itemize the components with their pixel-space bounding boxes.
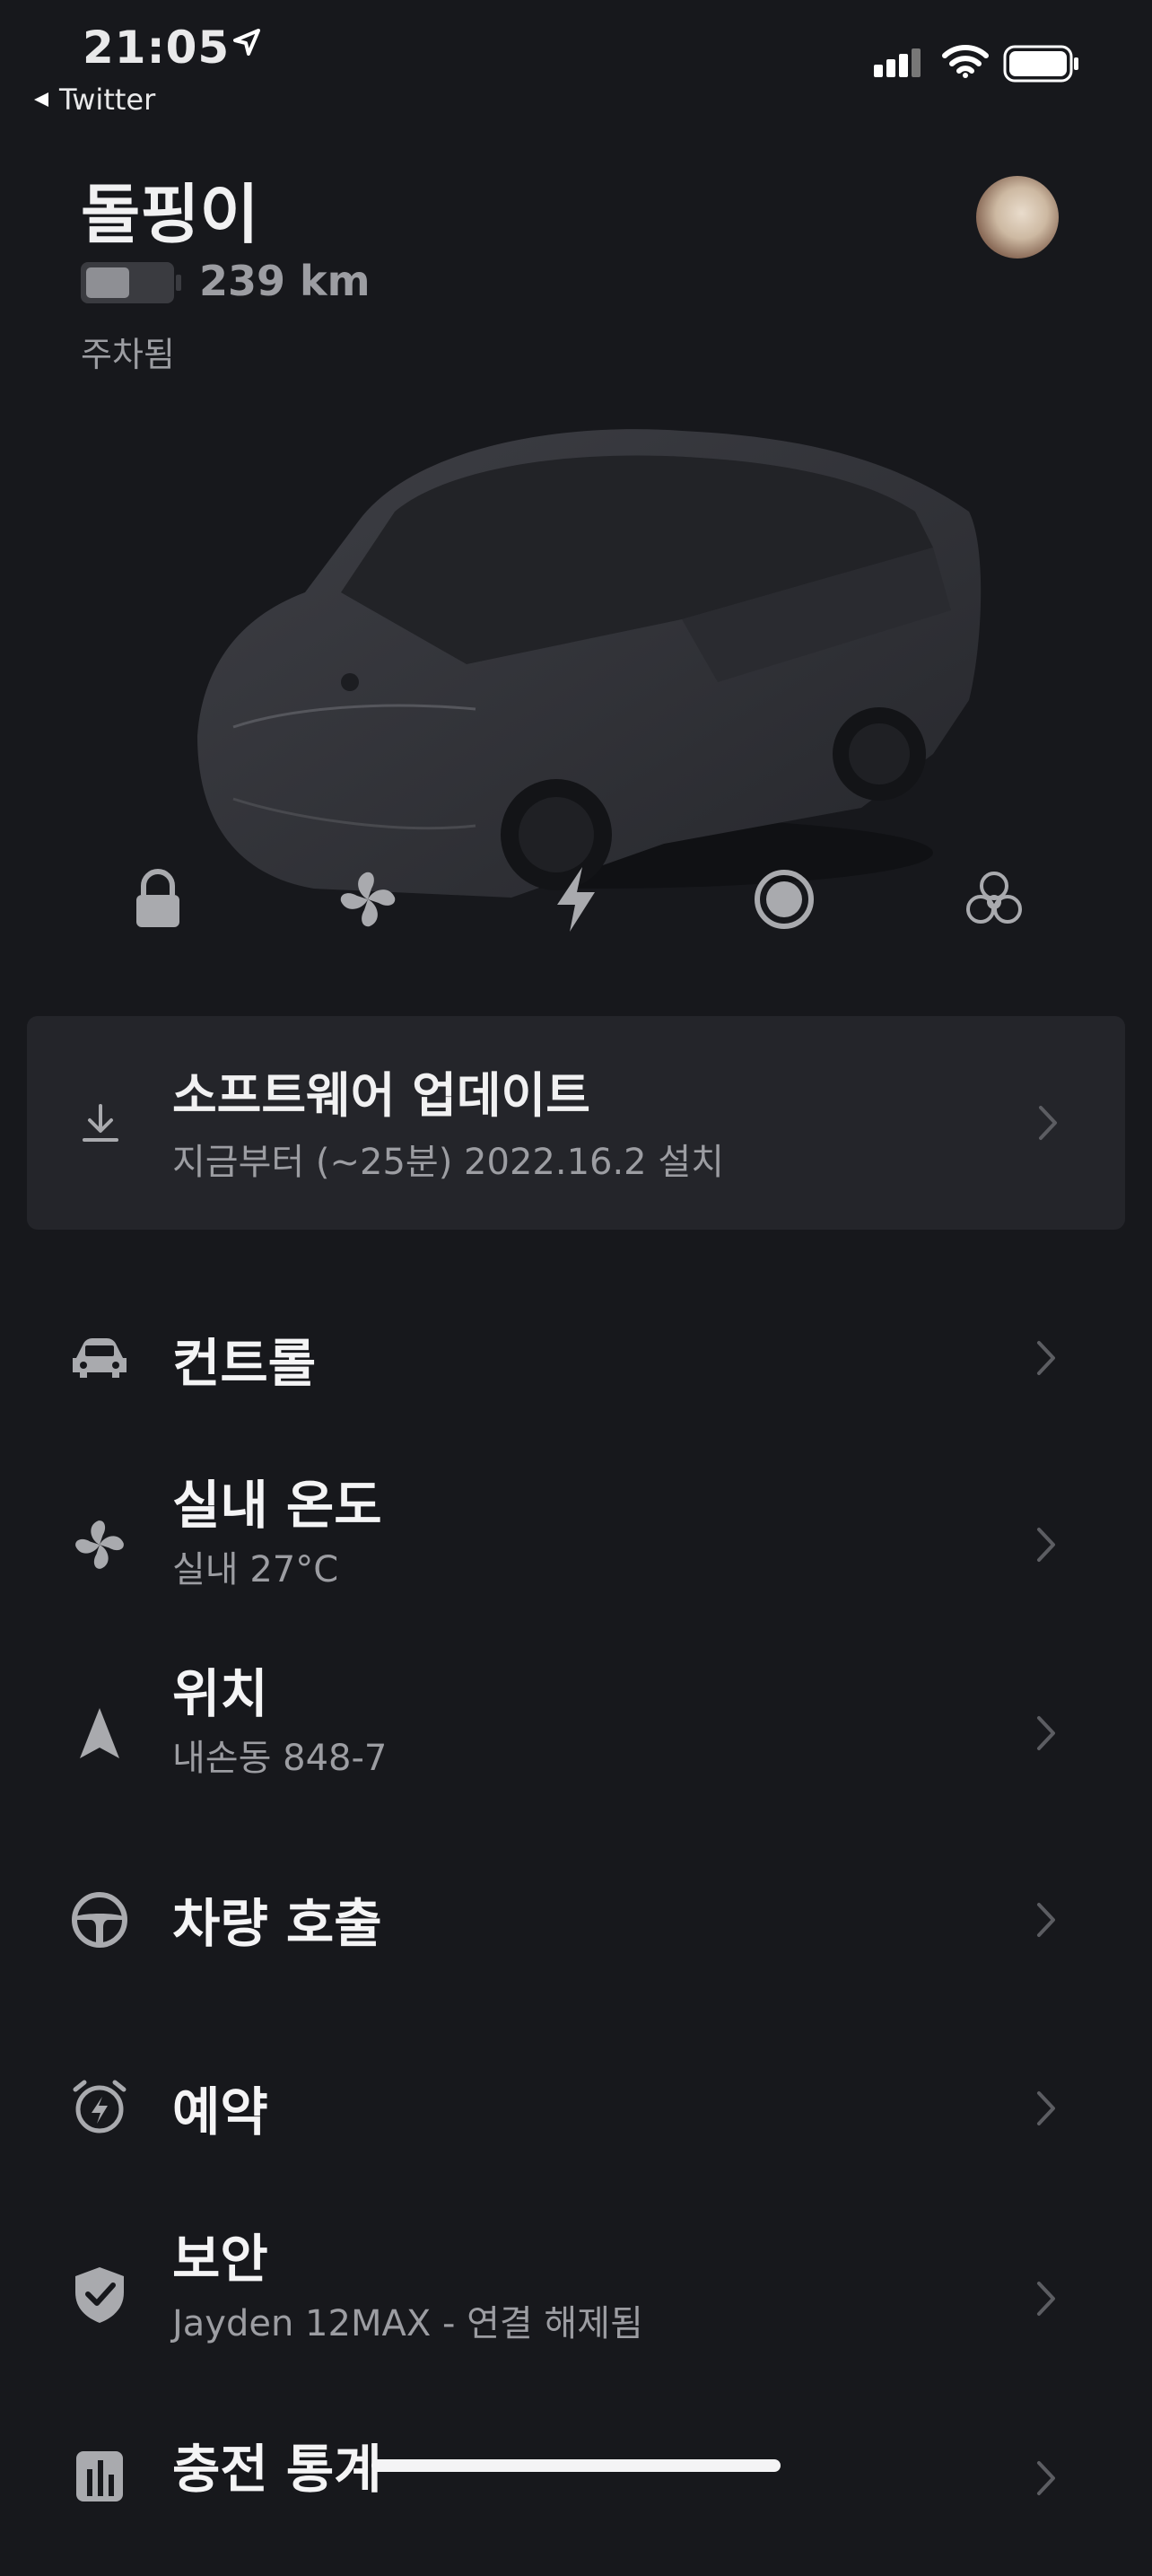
vehicle-image xyxy=(197,429,982,898)
back-triangle-icon xyxy=(34,92,48,107)
chevron-right-icon xyxy=(1037,1528,1055,1562)
chevron-right-icon xyxy=(1037,1341,1055,1375)
bioweapon-defense-icon[interactable] xyxy=(958,863,1030,935)
software-update-title: 소프트웨어 업데이트 xyxy=(172,1067,590,1124)
menu-item-location[interactable]: 위치 내손동 848-7 xyxy=(0,1643,1152,1822)
profile-avatar[interactable] xyxy=(976,176,1059,258)
location-services-icon xyxy=(233,29,260,56)
lock-icon[interactable] xyxy=(122,863,194,935)
menu-item-schedule[interactable]: 예약 xyxy=(0,2020,1152,2199)
menu-item-charging-stats[interactable]: 충전 통계 xyxy=(0,2396,1152,2576)
software-update-card[interactable]: 소프트웨어 업데이트 지금부터 (~25분) 2022.16.2 설치 xyxy=(27,1016,1125,1230)
car-icon xyxy=(70,1328,129,1388)
charge-bolt-icon[interactable] xyxy=(540,863,612,935)
vehicle-name: 돌핑이 xyxy=(81,177,259,252)
menu-item-summon[interactable]: 차량 호출 xyxy=(0,1831,1152,2011)
back-to-app-link[interactable]: Twitter xyxy=(32,83,155,117)
status-time: 21:05 xyxy=(83,22,231,74)
phone-battery-icon xyxy=(1003,45,1078,83)
menu-item-climate[interactable]: 실내 온도 실내 27°C xyxy=(0,1454,1152,1634)
location-arrow-icon xyxy=(70,1704,129,1763)
menu-sublabel: 내손동 848-7 xyxy=(172,1738,388,1779)
vehicle-battery-fill xyxy=(86,267,129,298)
menu-item-security[interactable]: 보안 Jayden 12MAX - 연결 해제됨 xyxy=(0,2208,1152,2388)
chevron-right-icon xyxy=(1037,2091,1055,2125)
menu-label: 실내 온도 xyxy=(172,1475,382,1536)
software-update-subtitle: 지금부터 (~25분) 2022.16.2 설치 xyxy=(172,1142,724,1183)
wifi-icon xyxy=(942,45,989,78)
alarm-clock-icon xyxy=(70,2077,129,2136)
vehicle-range: 239 km xyxy=(199,257,371,305)
home-indicator[interactable] xyxy=(371,2459,781,2472)
sentry-mode-icon[interactable] xyxy=(748,863,820,935)
steering-wheel-icon xyxy=(70,1890,129,1950)
menu-sublabel: 실내 27°C xyxy=(172,1549,339,1590)
cellular-signal-icon xyxy=(874,48,921,77)
chevron-right-icon xyxy=(1037,1716,1055,1750)
vehicle-battery-tip xyxy=(176,275,181,291)
menu-label: 보안 xyxy=(172,2229,268,2290)
menu-label: 예약 xyxy=(172,2081,268,2142)
vehicle-status: 주차됨 xyxy=(81,335,175,374)
chevron-right-icon xyxy=(1037,2282,1055,2316)
fan-icon[interactable] xyxy=(332,863,404,935)
menu-label: 컨트롤 xyxy=(172,1333,317,1394)
menu-label: 충전 통계 xyxy=(172,2439,382,2500)
menu-sublabel: Jayden 12MAX - 연결 해제됨 xyxy=(172,2303,643,2344)
chevron-right-icon xyxy=(1037,1903,1055,1937)
menu-label: 위치 xyxy=(172,1663,268,1724)
bar-chart-icon xyxy=(70,2447,129,2506)
download-icon xyxy=(83,1104,118,1142)
menu-item-controls[interactable]: 컨트롤 xyxy=(0,1266,1152,1445)
shield-check-icon xyxy=(70,2265,129,2325)
back-app-label: Twitter xyxy=(59,83,156,117)
chevron-right-icon xyxy=(1039,1106,1057,1140)
menu-label: 차량 호출 xyxy=(172,1893,382,1954)
chevron-right-icon xyxy=(1037,2461,1055,2495)
fan-icon xyxy=(70,1515,129,1574)
